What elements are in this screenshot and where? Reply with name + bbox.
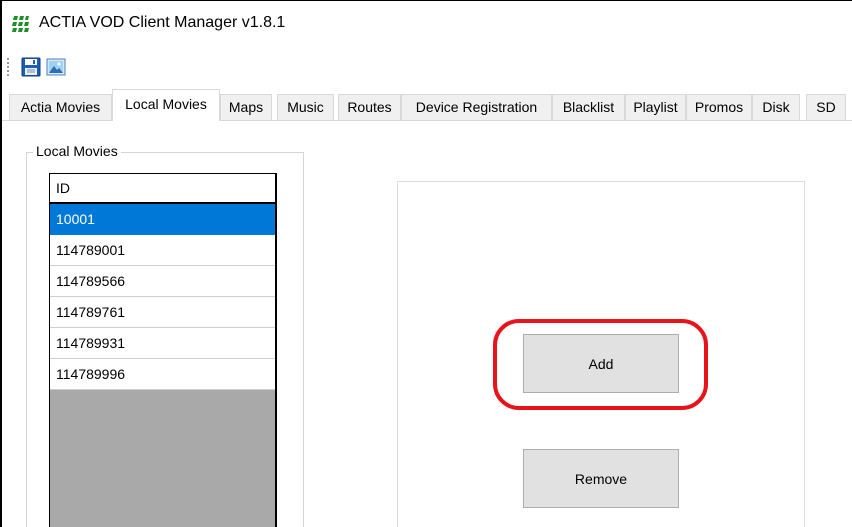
toolbar-grip[interactable]: [7, 58, 9, 78]
list-item[interactable]: 114789001: [50, 235, 275, 266]
tab-device-registration[interactable]: Device Registration: [401, 94, 552, 120]
tab-sd[interactable]: SD: [806, 94, 846, 120]
list-item[interactable]: 114789566: [50, 266, 275, 297]
list-item[interactable]: 114789931: [50, 328, 275, 359]
tab-playlist[interactable]: Playlist: [625, 94, 686, 120]
list-item[interactable]: 114789996: [50, 359, 275, 390]
app-logo-icon: [12, 15, 30, 33]
tab-music[interactable]: Music: [277, 94, 334, 120]
list-column-header-id[interactable]: ID: [50, 174, 275, 204]
tab-promos[interactable]: Promos: [686, 94, 752, 120]
tab-disk[interactable]: Disk: [752, 94, 800, 120]
local-movies-group-label: Local Movies: [33, 143, 121, 159]
local-movies-list[interactable]: ID 10001 114789001 114789566 114789761 1…: [49, 173, 277, 527]
floppy-disk-icon: [21, 57, 41, 80]
title-bar: ACTIA VOD Client Manager v1.8.1: [2, 1, 852, 45]
list-item[interactable]: 114789761: [50, 297, 275, 328]
image-icon: [46, 57, 66, 80]
tab-maps[interactable]: Maps: [220, 94, 272, 120]
tab-actia-movies[interactable]: Actia Movies: [9, 94, 112, 120]
tab-blacklist[interactable]: Blacklist: [552, 94, 625, 120]
save-button[interactable]: [20, 57, 42, 79]
tab-local-movies[interactable]: Local Movies: [112, 89, 220, 121]
add-button[interactable]: Add: [523, 334, 679, 393]
toolbar: [2, 49, 852, 87]
tab-strip: Actia Movies Local Movies Maps Music Rou…: [2, 88, 852, 121]
tab-routes[interactable]: Routes: [338, 94, 401, 120]
window-title: ACTIA VOD Client Manager v1.8.1: [39, 14, 286, 31]
remove-button[interactable]: Remove: [523, 449, 679, 508]
image-button[interactable]: [45, 57, 67, 79]
list-item[interactable]: 10001: [50, 204, 275, 235]
app-window: ACTIA VOD Client Manager v1.8.1 Actia Mo…: [0, 0, 852, 527]
